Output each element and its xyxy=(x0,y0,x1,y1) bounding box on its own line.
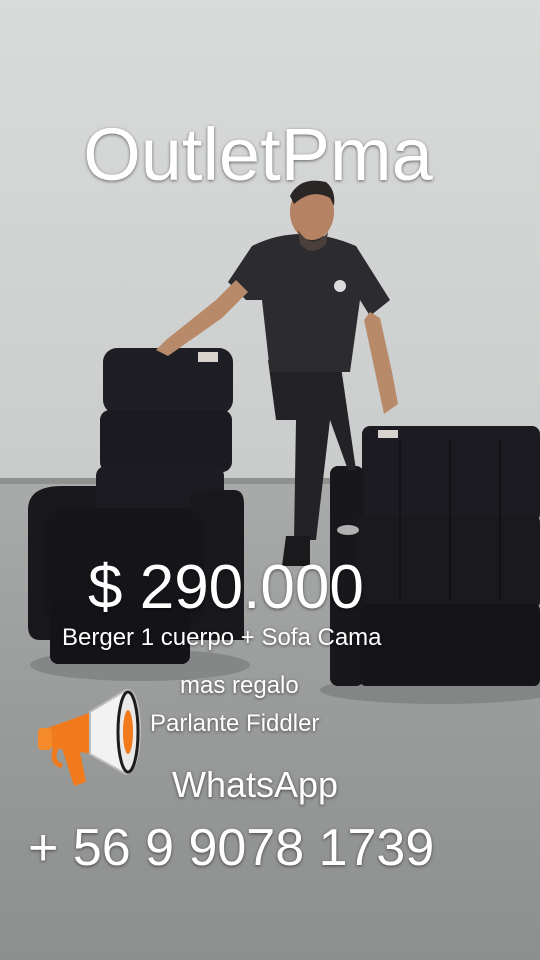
product-description: Berger 1 cuerpo + Sofa Cama xyxy=(62,624,382,651)
gift-intro-text: mas regalo xyxy=(180,672,299,699)
whatsapp-label: WhatsApp xyxy=(172,764,339,805)
brand-title: OutletPma xyxy=(83,113,433,196)
product-photo: OutletPma $ 290.000 Berger 1 cuerpo + So… xyxy=(0,0,540,960)
price-label: $ 290.000 xyxy=(88,553,364,622)
gift-item-text: Parlante Fiddler xyxy=(150,710,320,737)
megaphone-icon xyxy=(38,688,142,786)
phone-number: + 56 9 9078 1739 xyxy=(28,819,435,877)
